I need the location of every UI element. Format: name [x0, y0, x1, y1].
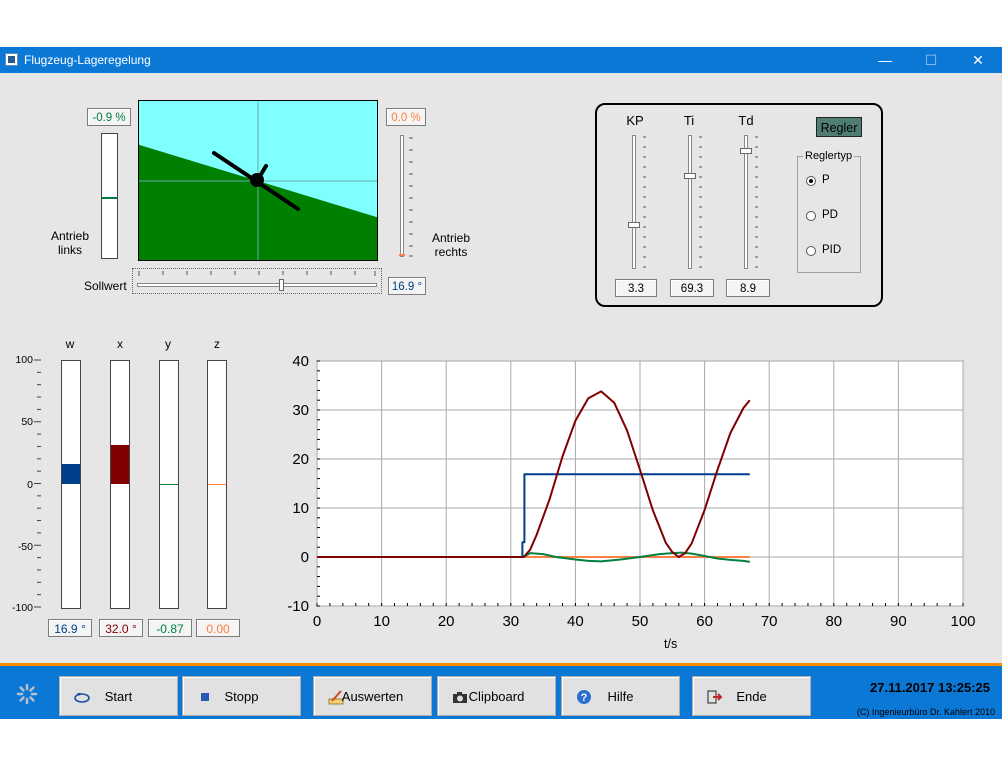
controller-slider-ticks [643, 136, 758, 268]
exit-button-label: Ende [736, 689, 767, 704]
help-button[interactable]: ? Hilfe [561, 676, 680, 716]
bar-axis-50: 50 [21, 416, 33, 428]
y-tick-label: 30 [292, 402, 309, 419]
copyright-text: (C) Ingenieurbüro Dr. Kahlert 2010 [856, 707, 995, 717]
controller-type-title: Reglertyp [803, 150, 855, 162]
y-value-display: -0.87 [148, 619, 192, 637]
right-drive-display: 0.0 % [386, 108, 426, 126]
start-button-label: Start [104, 689, 133, 704]
left-drive-level [102, 196, 117, 199]
w-value-display: 16.9 ° [48, 619, 92, 637]
right-drive-label-1: Antrieb [431, 231, 471, 245]
radio-p-label: P [822, 174, 830, 186]
x-tick-label: 50 [632, 613, 649, 630]
right-drive-ticks [409, 137, 413, 257]
window-title: Flugzeug-Lageregelung [24, 53, 151, 67]
main-window: Flugzeug-Lageregelung — ☐ ✕ -0.9 % Antri… [0, 47, 1002, 719]
title-bar: Flugzeug-Lageregelung — ☐ ✕ [0, 47, 1002, 73]
td-value: 8.9 [726, 279, 770, 297]
bar-w-fill [62, 463, 80, 485]
right-drive-bar [399, 135, 405, 257]
y-tick-label: -10 [287, 598, 309, 615]
setpoint-label: Sollwert [84, 279, 127, 293]
radio-pid[interactable] [806, 246, 816, 256]
bar-axis-0: 0 [27, 479, 33, 491]
left-drive-label-2: links [57, 243, 82, 257]
bar-axis-minus50: -50 [17, 541, 33, 553]
regler-button[interactable]: Regler [816, 117, 862, 137]
kp-slider-thumb[interactable] [628, 222, 640, 229]
x-tick-label: 70 [761, 613, 778, 630]
bar-label-x: x [117, 337, 123, 351]
help-button-label: Hilfe [607, 689, 634, 704]
right-drive-level [399, 254, 405, 256]
stop-button[interactable]: Stopp [182, 676, 301, 716]
bar-axis-100: 100 [15, 354, 33, 366]
bar-y-fill [160, 483, 178, 485]
right-drive-label-2: rechts [434, 245, 468, 259]
x-tick-label: 80 [825, 613, 842, 630]
y-tick-label: 40 [292, 353, 309, 370]
left-drive-bar [101, 133, 118, 259]
left-drive-display: -0.9 % [87, 108, 131, 126]
y-tick-label: 20 [292, 451, 309, 468]
bar-label-y: y [165, 337, 171, 351]
radio-p[interactable] [806, 176, 816, 186]
x-tick-label: 90 [890, 613, 907, 630]
bar-axis-minus100: -100 [11, 602, 33, 614]
evaluate-button-label: Auswerten [341, 689, 404, 704]
start-button[interactable]: Start [59, 676, 178, 716]
bar-x [110, 360, 130, 609]
y-tick-label: 0 [301, 549, 309, 566]
radio-pid-label: PID [822, 244, 842, 256]
clipboard-button[interactable]: Clipboard [437, 676, 556, 716]
setpoint-thumb[interactable] [279, 279, 284, 291]
bar-y [159, 360, 179, 609]
bar-axis-ticks [34, 359, 41, 608]
x-tick-label: 100 [950, 613, 975, 630]
x-tick-label: 30 [502, 613, 519, 630]
ti-label: Ti [683, 113, 695, 128]
setpoint-track [137, 283, 377, 287]
setpoint-slider[interactable] [132, 268, 382, 294]
stop-button-label: Stopp [224, 689, 259, 704]
setpoint-value: 16.9 ° [388, 277, 426, 295]
kp-label: KP [626, 113, 644, 128]
evaluate-button[interactable]: Auswerten [313, 676, 432, 716]
x-tick-label: 60 [696, 613, 713, 630]
y-tick-label: 10 [292, 500, 309, 517]
minimize-button[interactable]: — [862, 47, 908, 73]
td-label: Td [738, 113, 754, 128]
attitude-indicator [138, 100, 378, 261]
close-button[interactable]: ✕ [955, 47, 1001, 73]
x-value-display: 32.0 ° [99, 619, 143, 637]
left-drive-label-1: Antrieb [50, 229, 90, 243]
bar-z-fill [208, 483, 226, 485]
app-icon [5, 53, 18, 66]
bar-z [207, 360, 227, 609]
x-tick-label: 40 [567, 613, 584, 630]
datetime-display: 27.11.2017 13:25:25 [870, 680, 990, 695]
clipboard-button-label: Clipboard [468, 689, 525, 704]
kp-value: 3.3 [615, 279, 657, 297]
bar-label-z: z [214, 337, 220, 351]
bar-x-fill [111, 444, 129, 485]
radio-pd-label: PD [822, 209, 838, 221]
footer-bar: Start Stopp Auswerten Clipboard ? Hilfe … [0, 663, 1002, 719]
ti-value: 69.3 [670, 279, 714, 297]
spinner-icon [16, 683, 38, 705]
time-chart: 0 10 20 30 40 50 60 70 80 90 100-10010203040 [287, 353, 975, 630]
z-value-display: 0.00 [196, 619, 240, 637]
radio-pd[interactable] [806, 211, 816, 221]
x-tick-label: 0 [313, 613, 321, 630]
maximize-button[interactable]: ☐ [908, 47, 954, 73]
bar-w [61, 360, 81, 609]
kp-slider[interactable] [632, 135, 636, 269]
footer-accent-line [0, 663, 1002, 666]
x-tick-label: 20 [438, 613, 455, 630]
x-tick-label: 10 [373, 613, 390, 630]
bar-label-w: w [65, 337, 75, 351]
chart-xlabel: t/s [664, 637, 678, 651]
